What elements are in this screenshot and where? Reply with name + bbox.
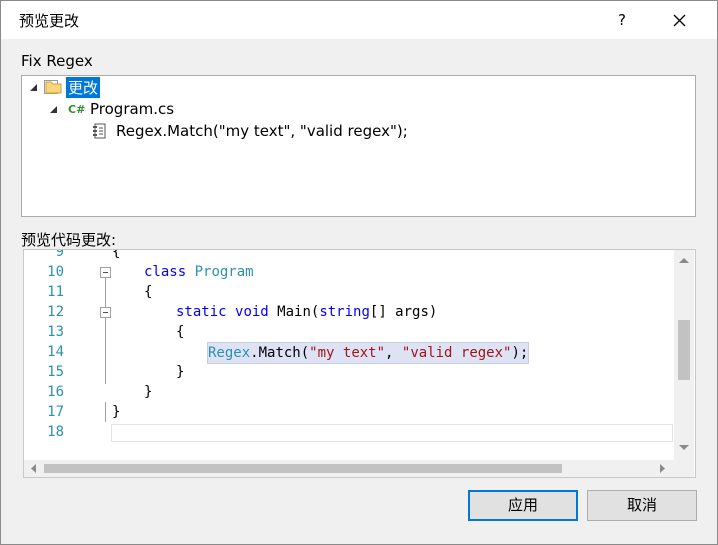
svg-text:C#: C# xyxy=(68,103,85,116)
dialog-title: 预览更改 xyxy=(19,12,80,30)
preview-changes-dialog: 预览更改 ? Fix Regex 更改 C# Program.cs Regex.… xyxy=(0,0,718,545)
line-number: 12 xyxy=(47,304,64,320)
tree-item-label-file: Program.cs xyxy=(90,100,175,118)
tree-collapse-icon[interactable] xyxy=(28,81,40,93)
tree-item-change[interactable]: Regex.Match("my text", "valid regex"); xyxy=(92,120,408,142)
apply-button[interactable]: 应用 xyxy=(468,490,578,521)
horizontal-scrollbar[interactable] xyxy=(24,460,674,477)
line-number: 16 xyxy=(47,384,64,400)
code-type: Program xyxy=(194,264,254,280)
code-text: } xyxy=(144,384,153,400)
scroll-left-icon[interactable] xyxy=(26,460,42,477)
csharp-file-icon: C# xyxy=(68,103,85,116)
line-number: 14 xyxy=(47,344,64,360)
code-keyword: class xyxy=(144,264,187,280)
code-line: 10 class Program xyxy=(24,262,674,282)
fold-toggle-icon[interactable] xyxy=(100,307,111,318)
folder-icon xyxy=(45,81,62,94)
preview-section-label: 预览代码更改: xyxy=(21,231,117,249)
fold-toggle-icon[interactable] xyxy=(100,267,111,278)
vertical-scrollbar[interactable] xyxy=(674,250,694,460)
code-line: 15 } xyxy=(24,362,674,382)
current-line-highlight xyxy=(111,424,673,442)
changes-tree[interactable]: 更改 C# Program.cs Regex.Match("my text", … xyxy=(21,75,696,217)
tree-collapse-icon[interactable] xyxy=(48,103,60,115)
code-line: 14 Regex.Match("my text", "valid regex")… xyxy=(24,342,674,364)
line-number: 17 xyxy=(47,404,64,420)
tree-item-file[interactable]: C# Program.cs xyxy=(48,98,174,120)
code-preview[interactable]: 9 { 10 class Program 11 { 12 static void… xyxy=(23,249,696,478)
line-number: 13 xyxy=(47,324,64,340)
code-text: static void Main(string[] args) xyxy=(176,304,438,320)
code-text: { xyxy=(144,284,153,300)
fix-section-label: Fix Regex xyxy=(21,52,93,70)
horizontal-scroll-thumb[interactable] xyxy=(44,464,562,473)
code-change-icon xyxy=(93,123,106,139)
code-line: 12 static void Main(string[] args) xyxy=(24,302,674,322)
code-lines: 9 { 10 class Program 11 { 12 static void… xyxy=(24,250,674,460)
code-line: 16 } xyxy=(24,382,674,402)
code-line: 9 { xyxy=(24,250,674,262)
scrollbar-corner xyxy=(674,460,694,477)
code-line: 17 } xyxy=(24,402,674,422)
tree-item-label-root: 更改 xyxy=(66,76,101,98)
code-text: } xyxy=(176,364,185,380)
code-line: 13 { xyxy=(24,322,674,342)
close-icon xyxy=(673,14,686,27)
changed-code-text: Regex.Match("my text", "valid regex"); xyxy=(207,342,530,364)
cancel-button[interactable]: 取消 xyxy=(587,490,697,521)
line-number: 9 xyxy=(55,250,64,260)
scroll-down-icon[interactable] xyxy=(674,440,694,456)
code-text: { xyxy=(176,324,185,340)
line-number: 10 xyxy=(47,264,64,280)
code-line: 11 { xyxy=(24,282,674,302)
line-number: 18 xyxy=(47,424,64,440)
code-text: } xyxy=(112,404,121,420)
scroll-up-icon[interactable] xyxy=(674,252,694,268)
code-text: { xyxy=(112,250,121,260)
close-button[interactable] xyxy=(661,5,697,35)
line-number: 11 xyxy=(47,284,64,300)
code-line: 18 xyxy=(24,422,674,442)
tree-item-root[interactable]: 更改 xyxy=(28,76,101,98)
tree-item-label-change: Regex.Match("my text", "valid regex"); xyxy=(116,122,408,140)
title-bar: 预览更改 ? xyxy=(1,1,717,39)
line-number: 15 xyxy=(47,364,64,380)
scroll-right-icon[interactable] xyxy=(654,460,670,477)
vertical-scroll-thumb[interactable] xyxy=(678,320,690,380)
code-text: class Program xyxy=(144,262,254,282)
help-button[interactable]: ? xyxy=(607,5,637,35)
